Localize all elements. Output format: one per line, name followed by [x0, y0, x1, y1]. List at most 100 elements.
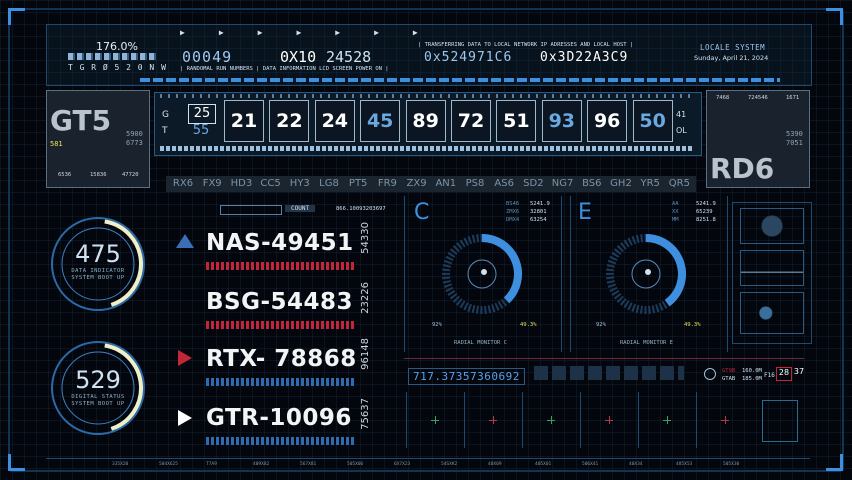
monitor-c-letter: C: [414, 200, 430, 225]
monitor-c-caption: RADIAL MONITOR C: [454, 340, 507, 346]
footer-tick: 6X7X23: [394, 462, 411, 467]
readout-value: 5241.9: [696, 201, 716, 207]
footer-tick: 506X41: [582, 462, 599, 467]
top-progress-strip: [140, 78, 780, 82]
readout-label: AA: [672, 201, 679, 207]
strip-pair-bottom: 55: [192, 123, 210, 138]
crosshair-icon: [721, 416, 729, 424]
number-tile: 45: [360, 100, 401, 142]
footer-line: [46, 458, 810, 459]
corner-bottom-right: [826, 454, 843, 471]
target-box-right: [762, 400, 798, 442]
radial-svg: [606, 234, 686, 314]
footer-tick: 405X01: [535, 462, 552, 467]
footer-tick: 40X34: [629, 462, 643, 467]
footer-tick: T7A9: [206, 462, 217, 467]
entry-2-marker: [178, 350, 192, 366]
strip-right-bottom: OL: [676, 126, 687, 135]
dial-0-line2: SYSTEM BOOT UP: [71, 275, 125, 281]
footer-tick: 485X53: [676, 462, 693, 467]
readout-label: ZMX6: [506, 209, 520, 215]
counter-b: 0X10: [280, 48, 317, 66]
monitor-e-caption: RADIAL MONITOR E: [620, 340, 673, 346]
target-cell: [580, 392, 637, 448]
entry-3-marker: [178, 410, 192, 426]
mid-header-box: [220, 205, 282, 215]
entry-2-code: RTX- 78868: [206, 346, 357, 372]
corner-top-right: [826, 8, 843, 25]
strip-t-label: T: [162, 126, 168, 136]
number-tile: 89: [405, 100, 446, 142]
left-num-2: 6773: [126, 139, 143, 147]
lower-red-line: [404, 358, 804, 359]
entry-0-side: 54330: [360, 222, 371, 254]
crosshair-icon: [547, 416, 555, 424]
monitor-c-left-pct: 92%: [432, 322, 442, 328]
number-tile: 51: [496, 100, 537, 142]
right-top-1: 7468: [716, 95, 730, 101]
crosshair-icon: [431, 416, 439, 424]
strip-g-label: G: [162, 110, 169, 120]
number-tile: 93: [541, 100, 582, 142]
right-num-1: 5390: [786, 130, 803, 138]
thumb-2: [740, 250, 804, 286]
number-tile: 24: [314, 100, 355, 142]
target-cell: [638, 392, 695, 448]
readout-value: 8251.8: [696, 217, 716, 223]
entry-3-side: 75637: [360, 398, 371, 430]
readout-value: 63254: [530, 217, 547, 223]
entry-0-code: NAS-49451: [206, 230, 354, 256]
count-value: 866.10093203697: [336, 206, 386, 212]
right-code: RD6: [710, 152, 775, 185]
entry-0-marker: [176, 234, 194, 248]
strip-top-dots: [160, 94, 694, 98]
date-readout: Sunday, April 21, 2024: [694, 54, 769, 62]
left-num-1: 5900: [126, 130, 143, 138]
entry-1-code: BSG-54483: [206, 289, 354, 315]
readout-label: MM: [672, 217, 679, 223]
dial-0-value: 475: [75, 240, 121, 268]
left-code: GT5: [50, 104, 112, 137]
crosshair-icon: [489, 416, 497, 424]
left-foot-1: 6536: [58, 172, 72, 178]
corner-top-left: [8, 8, 25, 25]
caption-right: | TRANSFERRING DATA TO LOCAL NETWORK IP …: [418, 42, 634, 48]
r1-label: GT9B: [722, 368, 736, 374]
r2-value: 185.0M: [742, 376, 762, 382]
number-tile: 22: [269, 100, 310, 142]
entry-0-bar: [206, 262, 356, 270]
footer-tick: 40X09: [488, 462, 502, 467]
count-label: COUNT: [285, 205, 316, 212]
monitor-c-right-pct: 49.3%: [520, 322, 537, 328]
entry-2-bar: [206, 378, 356, 386]
radial-level-arc: [481, 234, 522, 304]
readout-value: 5241.9: [530, 201, 550, 207]
footer-tick: 409X82: [253, 462, 270, 467]
hex-a: 0x524971C6: [424, 50, 513, 65]
strip-bottom-bar: [160, 146, 694, 151]
left-foot-3: 47720: [122, 172, 139, 178]
number-tile: 50: [632, 100, 673, 142]
dial-1-line2: SYSTEM BOOT UP: [71, 401, 125, 407]
caption-left: | RANDOMAL RUN NUMBERS | DATA INFORMATIO…: [180, 66, 389, 72]
level-bars: [68, 53, 158, 60]
entry-3-bar: [206, 437, 356, 445]
strip-pair-top: 25: [188, 104, 216, 124]
radial-dot: [481, 269, 487, 275]
counter-c: 24528: [326, 48, 372, 66]
r1-value: 160.0M: [742, 368, 762, 374]
target-cell: [464, 392, 521, 448]
readout-label: XX: [672, 209, 679, 215]
right-top-3: 1671: [786, 95, 800, 101]
crosshair-icon: [605, 416, 613, 424]
d2-value: 37: [793, 367, 805, 376]
target-cell: [522, 392, 579, 448]
monitor-e-left-pct: 92%: [596, 322, 606, 328]
entry-1-side: 23226: [360, 282, 371, 314]
top-arrow-row: ▶▶▶▶▶▶▶: [180, 28, 452, 37]
left-foot-2: 15836: [90, 172, 107, 178]
number-tile: 21: [224, 100, 264, 142]
target-cell: [696, 392, 753, 448]
ring-icon: [704, 368, 716, 380]
readout-value: 65239: [696, 209, 713, 215]
